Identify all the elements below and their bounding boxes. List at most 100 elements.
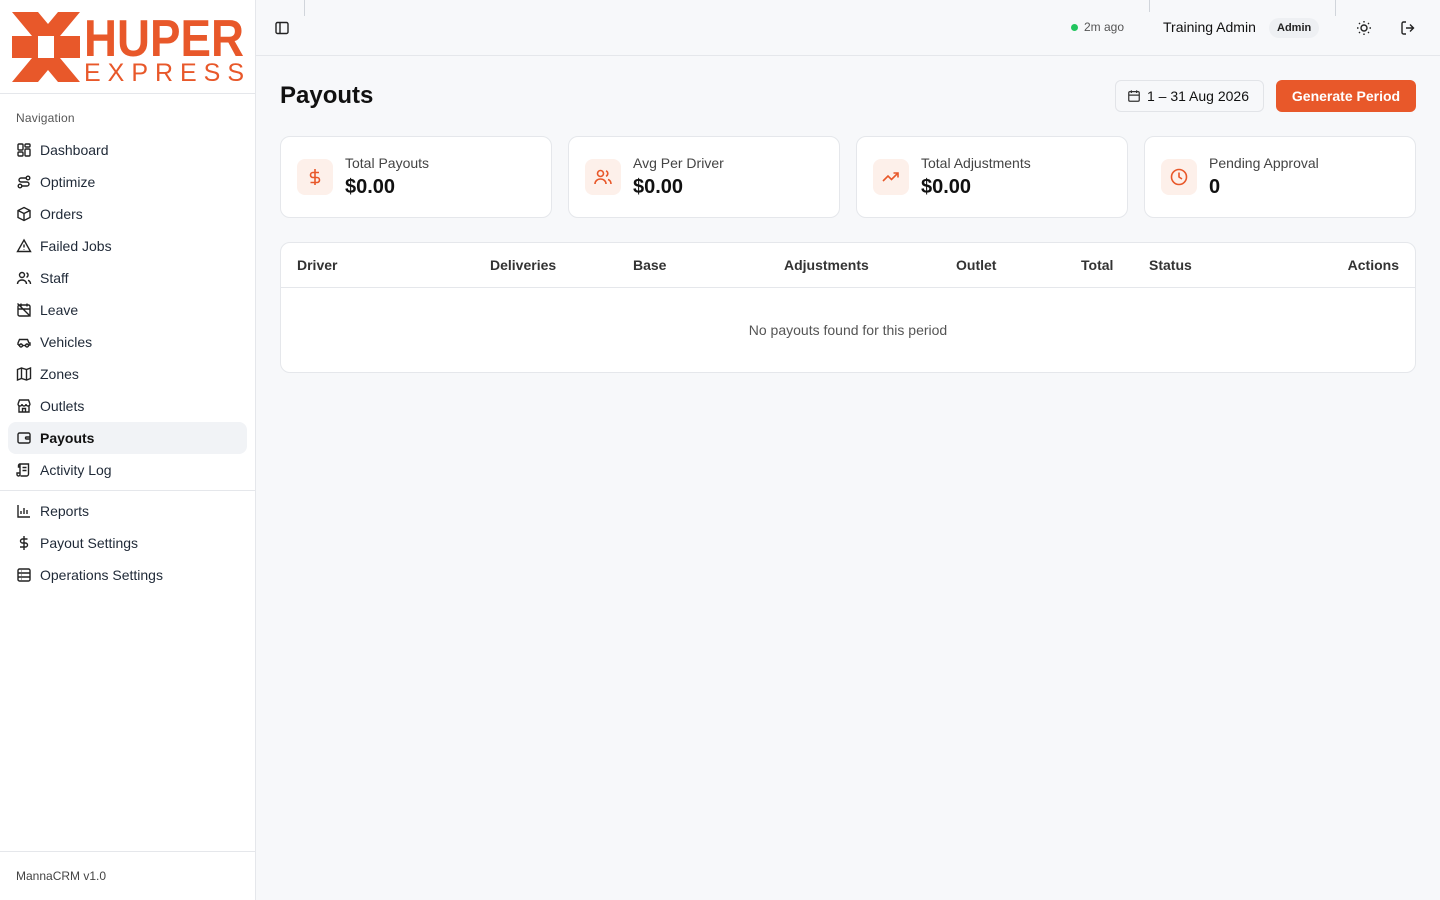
stat-value: $0.00 [345, 176, 396, 198]
dashboard-icon [17, 143, 31, 157]
map-icon [16, 366, 32, 382]
sync-status: 2m ago [1071, 20, 1124, 34]
sidebar-item-label: Optimize [40, 174, 96, 190]
nav-section-title: Navigation [16, 111, 75, 125]
column-header-deliveries[interactable]: Deliveries [490, 257, 556, 273]
store-icon [17, 399, 31, 413]
dollar-icon [309, 169, 321, 185]
sidebar-item-failed-jobs[interactable]: Failed Jobs [8, 230, 247, 262]
stat-card-avg-per-driver: Avg Per Driver $0.00 [568, 136, 840, 218]
scroll-icon [16, 463, 30, 477]
sidebar-item-leave[interactable]: Leave [8, 294, 247, 326]
nav-divider [0, 490, 256, 491]
stat-label: Total Adjustments [921, 155, 1031, 171]
settings-icon [17, 568, 31, 582]
sidebar-item-label: Staff [40, 270, 69, 286]
sidebar-item-vehicles[interactable]: Vehicles [8, 326, 247, 358]
online-status-dot [1071, 23, 1078, 31]
clock-icon [1170, 168, 1188, 186]
empty-state-message: No payouts found for this period [748, 322, 948, 338]
sidebar-item-dashboard[interactable]: Dashboard [8, 134, 247, 166]
column-header-adjustments[interactable]: Adjustments [784, 257, 869, 273]
stat-card-total-adjustments: Total Adjustments $0.00 [856, 136, 1128, 218]
sidebar-item-label: Leave [40, 302, 79, 318]
column-header-status[interactable]: Status [1149, 257, 1192, 273]
stat-card-pending-approval: Pending Approval 0 [1144, 136, 1416, 218]
stat-icon-wrap [297, 159, 333, 195]
stat-value: 0 [1209, 176, 1221, 198]
table-header: Driver Deliveries Base Adjustments Outle… [281, 243, 1415, 288]
brand-logo[interactable]: HUPER EXPRESS [12, 12, 244, 82]
column-header-driver[interactable]: Driver [297, 257, 337, 273]
trending-up-icon [882, 172, 899, 182]
sidebar-item-activity-log[interactable]: Activity Log [8, 454, 247, 486]
date-range-text: 1 – 31 Aug 2026 [1147, 88, 1249, 104]
sidebar-item-label: Payout Settings [40, 535, 139, 551]
sidebar-item-label: Vehicles [40, 334, 93, 350]
logo-area: HUPER EXPRESS [0, 0, 255, 94]
sidebar-item-orders[interactable]: Orders [8, 198, 247, 230]
stat-label: Pending Approval [1209, 155, 1319, 171]
logout-icon [1401, 21, 1415, 35]
stat-value: $0.00 [921, 176, 972, 198]
car-icon [17, 338, 31, 348]
sidebar: HUPER EXPRESS Navigation Dashboard Optim… [0, 0, 256, 900]
toggle-sidebar-button[interactable] [270, 16, 294, 40]
sidebar-item-label: Orders [40, 206, 83, 222]
sidebar-item-optimize[interactable]: Optimize [8, 166, 247, 198]
sidebar-footer: MannaCRM v1.0 [0, 851, 256, 900]
sidebar-item-outlets[interactable]: Outlets [8, 390, 247, 422]
sidebar-item-label: Activity Log [40, 462, 112, 478]
sidebar-item-payouts[interactable]: Payouts [8, 422, 247, 454]
route-icon [17, 175, 31, 189]
column-header-actions: Actions [1347, 257, 1399, 273]
sidebar-item-reports[interactable]: Reports [8, 495, 247, 527]
column-header-outlet[interactable]: Outlet [956, 257, 996, 273]
wallet-icon [17, 432, 31, 444]
sun-icon [1357, 21, 1371, 35]
stat-icon-wrap [1161, 159, 1197, 195]
logout-button[interactable] [1396, 16, 1420, 40]
calendar-off-icon [17, 303, 31, 317]
column-header-total[interactable]: Total [1081, 257, 1113, 273]
sidebar-item-staff[interactable]: Staff [8, 262, 247, 294]
stat-icon-wrap [873, 159, 909, 195]
users-icon [594, 169, 612, 185]
dollar-icon [19, 536, 29, 550]
stat-label: Avg Per Driver [633, 155, 724, 171]
sidebar-item-label: Payouts [40, 430, 95, 446]
top-header: 2m ago Training Admin Admin [256, 0, 1440, 56]
sidebar-toggle-icon [275, 21, 289, 35]
app-version: MannaCRM v1.0 [16, 869, 107, 883]
brand-secondary-text: EXPRESS [84, 59, 244, 82]
sidebar-item-zones[interactable]: Zones [8, 358, 247, 390]
sidebar-item-label: Outlets [40, 398, 85, 414]
sync-status-text: 2m ago [1084, 20, 1125, 34]
page-title: Payouts [280, 82, 374, 109]
payouts-table: Driver Deliveries Base Adjustments Outle… [280, 242, 1416, 373]
stat-label: Total Payouts [345, 155, 430, 171]
stat-icon-wrap [585, 159, 621, 195]
stat-card-total-payouts: Total Payouts $0.00 [280, 136, 552, 218]
column-header-base[interactable]: Base [633, 257, 666, 273]
sidebar-item-label: Zones [40, 366, 79, 382]
users-icon [16, 271, 32, 285]
stat-value: $0.00 [633, 176, 684, 198]
sidebar-item-payout-settings[interactable]: Payout Settings [8, 527, 247, 559]
main-nav: Dashboard Optimize Orders Failed Jobs St… [8, 134, 247, 486]
generate-period-button[interactable]: Generate Period [1276, 80, 1416, 112]
user-name: Training Admin [1163, 19, 1256, 35]
package-icon [17, 206, 31, 222]
sidebar-item-operations-settings[interactable]: Operations Settings [8, 559, 247, 591]
sidebar-item-label: Operations Settings [40, 567, 163, 583]
sidebar-item-label: Dashboard [40, 142, 109, 158]
header-divider [304, 0, 305, 16]
bar-chart-icon [17, 505, 30, 518]
header-divider [1149, 0, 1150, 12]
theme-toggle-button[interactable] [1352, 16, 1376, 40]
header-divider [1335, 0, 1336, 16]
date-range-picker[interactable]: 1 – 31 Aug 2026 [1115, 80, 1264, 112]
calendar-icon [1128, 90, 1140, 102]
warning-icon [16, 238, 32, 253]
sidebar-item-label: Failed Jobs [40, 238, 112, 254]
